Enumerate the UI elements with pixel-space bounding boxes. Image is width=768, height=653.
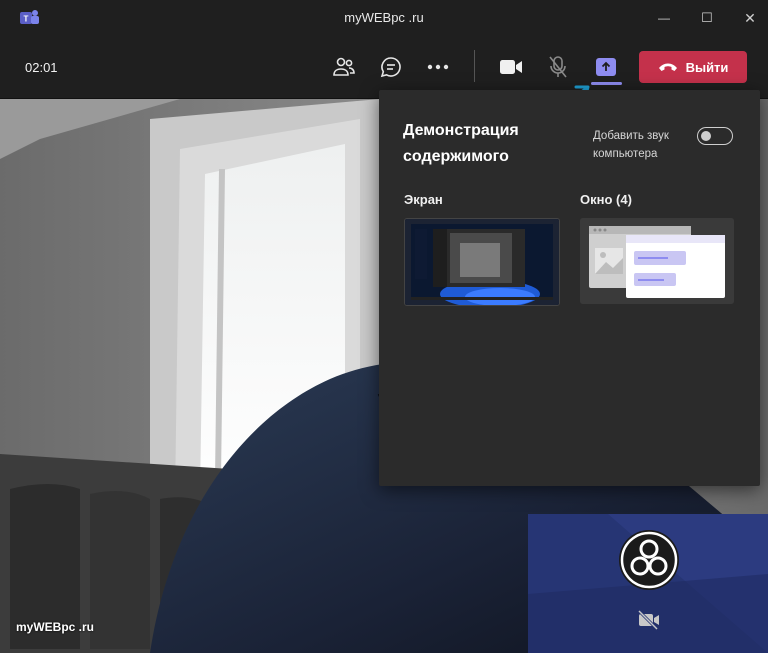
share-content-button[interactable] xyxy=(590,52,622,82)
close-button[interactable]: ✕ xyxy=(738,6,762,30)
include-audio-label: Добавить звук компьютера xyxy=(593,130,669,160)
maximize-button[interactable]: ☐ xyxy=(695,6,719,30)
title-bar: T myWEBpc .ru — ☐ ✕ xyxy=(0,0,768,36)
window-section-label: Окно (4) xyxy=(580,192,632,207)
camera-icon xyxy=(500,60,522,74)
leave-label: Выйти xyxy=(685,59,729,75)
window-placeholder-icon xyxy=(580,218,734,304)
close-icon: ✕ xyxy=(744,9,756,26)
participants-button[interactable] xyxy=(328,52,360,82)
obs-logo-icon xyxy=(619,530,679,590)
people-icon xyxy=(333,57,355,76)
include-audio-toggle[interactable] xyxy=(697,127,733,145)
chat-icon xyxy=(380,57,401,78)
share-active-indicator xyxy=(591,82,622,85)
toggle-knob xyxy=(701,130,711,141)
toolbar-separator xyxy=(474,50,475,82)
microphone-button[interactable] xyxy=(542,52,574,82)
phone-hangup-icon xyxy=(658,63,677,71)
minimize-button[interactable]: — xyxy=(652,6,676,30)
more-icon xyxy=(427,64,449,70)
share-panel-title: Демонстрация содержимого xyxy=(403,122,519,165)
leave-button[interactable]: Выйти xyxy=(639,51,747,83)
share-tray-icon xyxy=(596,58,616,76)
window-share-option[interactable] xyxy=(580,218,734,304)
self-view xyxy=(528,514,768,653)
chat-button[interactable] xyxy=(375,52,407,82)
screen-share-option[interactable] xyxy=(404,218,560,306)
video-overlay-text: myWEBpc .ru xyxy=(16,620,95,634)
mic-off-icon xyxy=(549,56,567,78)
more-options-button[interactable] xyxy=(422,52,454,82)
maximize-icon: ☐ xyxy=(701,10,713,25)
screen-preview-thumbnail xyxy=(405,219,559,305)
camera-button[interactable] xyxy=(495,52,527,82)
share-content-panel: Демонстрация содержимого Добавить звук к… xyxy=(379,90,760,486)
minimize-icon: — xyxy=(658,11,670,25)
camera-off-icon xyxy=(637,610,659,630)
call-timer: 02:01 xyxy=(25,60,58,75)
screen-section-label: Экран xyxy=(404,192,443,207)
